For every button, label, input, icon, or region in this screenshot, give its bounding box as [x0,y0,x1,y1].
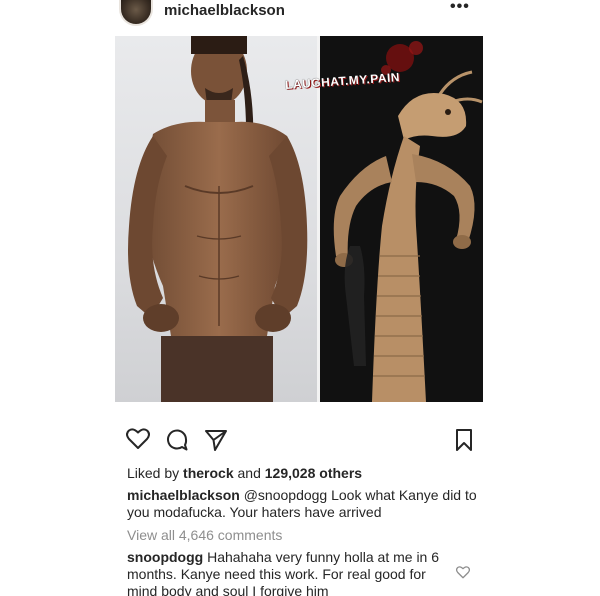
comment-like-heart-icon[interactable] [455,566,471,584]
post-caption: michaelblackson @snoopdogg Look what Kan… [127,487,482,521]
photo-right-panel [320,36,483,402]
view-all-comments-link[interactable]: View all 4,646 comments [127,527,282,543]
likes-suffix: and [233,465,265,481]
heart-icon[interactable] [126,428,150,455]
post-image[interactable]: LAUGHAT.MY.PAIN [115,36,483,402]
liked-by-user[interactable]: therock [183,465,234,481]
alien-creature-illustration [333,41,483,402]
bookmark-icon[interactable] [455,428,473,457]
likes-summary: Liked by therock and 129,028 others [127,465,362,481]
comment-username[interactable]: snoopdogg [127,549,203,565]
post-username[interactable]: michaelblackson [164,2,285,19]
avatar[interactable] [119,0,153,26]
share-icon[interactable] [204,429,228,456]
caption-username[interactable]: michaelblackson [127,487,240,503]
post-header: michaelblackson ••• [0,0,600,30]
likes-prefix: Liked by [127,465,184,481]
more-options-icon[interactable]: ••• [450,0,470,16]
comment-icon[interactable] [165,428,189,457]
likes-count[interactable]: 129,028 others [265,465,362,481]
action-bar [0,428,600,454]
comment-item: snoopdogg Hahahaha very funny holla at m… [127,549,447,596]
